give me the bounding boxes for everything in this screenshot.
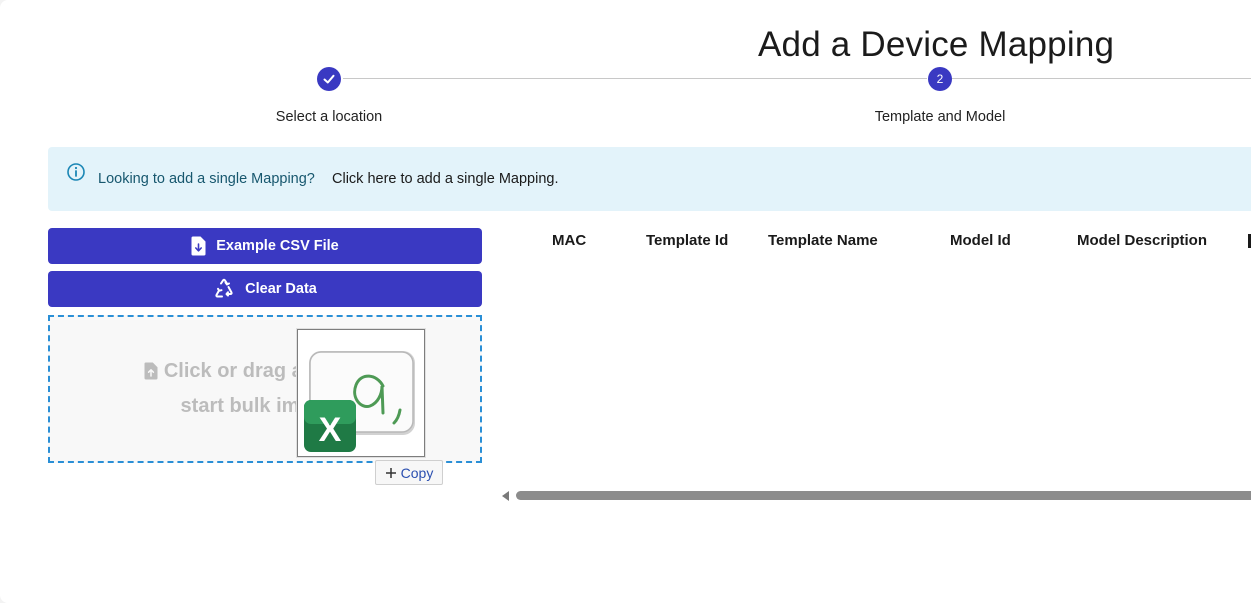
page-title: Add a Device Mapping: [758, 25, 1115, 64]
plus-icon: [385, 467, 396, 478]
info-banner-text: Looking to add a single Mapping?: [98, 171, 315, 187]
drag-copy-indicator: Copy: [375, 460, 443, 485]
step-2-indicator: 2: [928, 67, 952, 91]
dragged-file-thumbnail: X: [297, 329, 425, 457]
step-1-label: Select a location: [275, 109, 383, 125]
stepper-connector-next: [952, 78, 1251, 79]
example-csv-file-label: Example CSV File: [216, 238, 339, 254]
info-icon: [67, 163, 85, 181]
stepper-connector: [343, 78, 927, 79]
add-single-mapping-link[interactable]: Click here to add a single Mapping.: [332, 171, 559, 187]
main-card: Add a Device Mapping Select a location 2…: [0, 0, 1251, 603]
column-header-model-description[interactable]: Model Description: [1077, 232, 1207, 249]
checkmark-icon: [323, 74, 335, 84]
step-1-complete-indicator: [317, 67, 341, 91]
column-header-template-name[interactable]: Template Name: [768, 232, 878, 249]
horizontal-scrollbar-thumb[interactable]: [516, 491, 1251, 500]
file-upload-icon: [144, 362, 158, 380]
scroll-left-arrow[interactable]: [502, 491, 509, 501]
step-2-number: 2: [936, 72, 944, 86]
example-csv-file-button[interactable]: Example CSV File: [48, 228, 482, 264]
copy-label: Copy: [400, 464, 434, 481]
column-header-template-id[interactable]: Template Id: [646, 232, 728, 249]
excel-file-icon: X: [304, 351, 415, 452]
svg-text:X: X: [319, 411, 342, 449]
info-banner: Looking to add a single Mapping? Click h…: [48, 147, 1251, 211]
clear-data-button[interactable]: Clear Data: [48, 271, 482, 307]
recycle-icon: [215, 278, 233, 298]
file-download-icon: [191, 236, 206, 256]
clear-data-label: Clear Data: [245, 281, 317, 297]
column-header-model-id[interactable]: Model Id: [950, 232, 1011, 249]
column-header-mac[interactable]: MAC: [552, 232, 586, 249]
step-2-label: Template and Model: [874, 109, 1006, 125]
